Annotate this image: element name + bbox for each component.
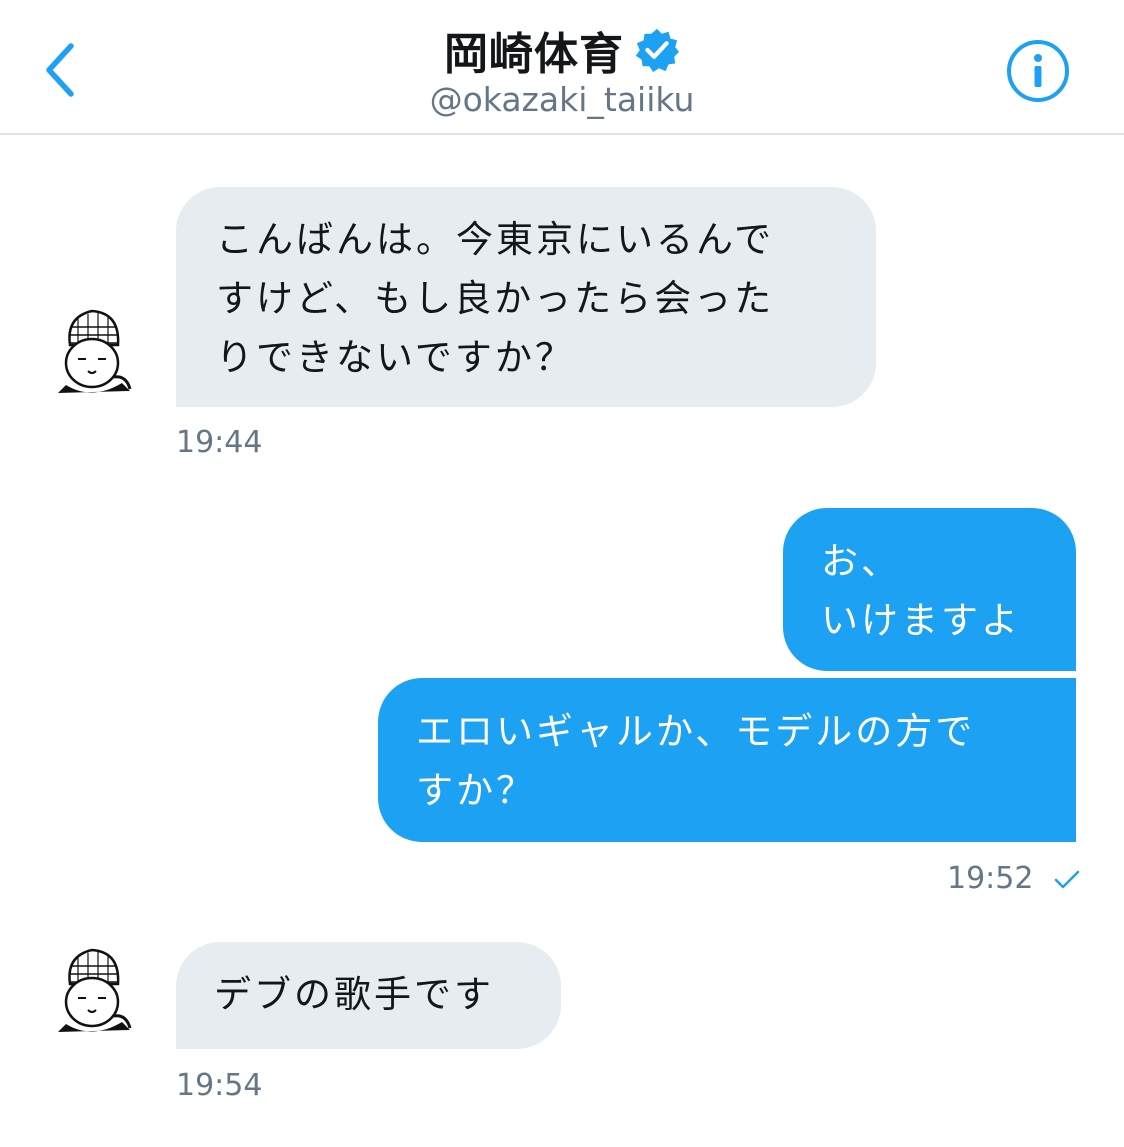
avatar[interactable] xyxy=(48,944,136,1032)
conversation-header: 岡崎体育 @okazaki_taiiku xyxy=(0,0,1124,135)
avatar[interactable] xyxy=(48,305,136,393)
conversation-handle: @okazaki_taiiku xyxy=(429,80,695,119)
message-timestamp: 19:54 xyxy=(176,1068,263,1103)
message-bubble-outgoing[interactable]: お、 いけますよ xyxy=(783,508,1076,671)
title-row: 岡崎体育 xyxy=(0,18,1124,82)
checkmark-icon xyxy=(1054,870,1080,888)
message-timestamp: 19:44 xyxy=(176,425,263,460)
message-timestamp: 19:52 xyxy=(947,861,1034,896)
verified-badge-icon xyxy=(635,28,680,73)
conversation-title: 岡崎体育 xyxy=(444,29,624,80)
message-bubble-incoming[interactable]: デブの歌手です xyxy=(176,942,561,1049)
message-timestamp-row: 19:52 xyxy=(947,861,1081,896)
info-icon xyxy=(1007,40,1069,102)
message-bubble-outgoing[interactable]: エロいギャルか、モデルの方で すか？ xyxy=(378,678,1076,842)
message-bubble-incoming[interactable]: こんばんは。今東京にいるんで すけど、もし良かったら会った りできないですか？ xyxy=(176,187,876,407)
info-button[interactable] xyxy=(1005,38,1071,104)
